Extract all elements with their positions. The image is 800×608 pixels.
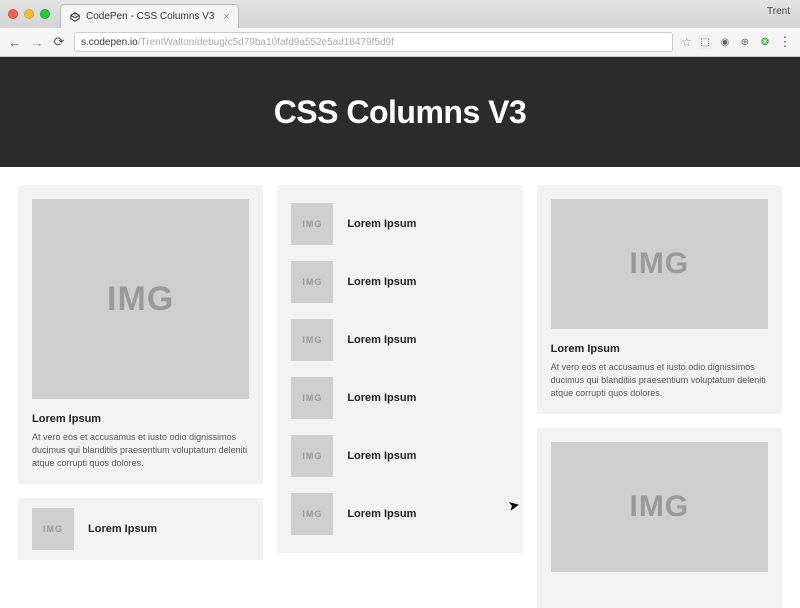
list-item: IMG Lorem Ipsum xyxy=(291,485,508,543)
browser-chrome: CodePen - CSS Columns V3 × Trent ← → ⟳ s… xyxy=(0,0,800,57)
list-item-label: Lorem Ipsum xyxy=(347,218,416,230)
list-item: IMG Lorem Ipsum xyxy=(291,369,508,427)
bookmark-icon[interactable]: ☆ xyxy=(681,35,692,49)
list-item-label: Lorem Ipsum xyxy=(347,392,416,404)
image-placeholder: IMG xyxy=(291,261,333,303)
image-placeholder: IMG xyxy=(551,442,768,572)
column-layout: IMG Lorem Ipsum At vero eos et accusamus… xyxy=(0,167,800,608)
page-title: CSS Columns V3 xyxy=(274,94,527,131)
extension-icon[interactable]: ❂ xyxy=(758,35,772,49)
profile-label[interactable]: Trent xyxy=(767,6,790,17)
feature-card: IMG Lorem Ipsum At vero eos et accusamus… xyxy=(537,185,782,414)
image-placeholder: IMG xyxy=(291,435,333,477)
list-item: IMG Lorem Ipsum xyxy=(291,253,508,311)
maximize-window-button[interactable] xyxy=(40,9,50,19)
toolbar-right: ☆ ⬚ ◉ ⊕ ❂ ⋮ xyxy=(681,34,792,50)
image-placeholder: IMG xyxy=(291,203,333,245)
column-right: IMG Lorem Ipsum At vero eos et accusamus… xyxy=(537,185,782,608)
list-card: IMG Lorem Ipsum IMG Lorem Ipsum IMG Lore… xyxy=(277,185,522,553)
minimize-window-button[interactable] xyxy=(24,9,34,19)
url-path: /TrentWalton/debug/c5d79ba10fafd9a552e5a… xyxy=(138,37,394,48)
close-tab-icon[interactable]: × xyxy=(223,11,229,23)
image-placeholder: IMG xyxy=(32,199,249,399)
back-button[interactable]: ← xyxy=(8,35,22,50)
list-item-partial: IMG Lorem Ipsum xyxy=(18,498,263,560)
image-placeholder: IMG xyxy=(291,377,333,419)
page-viewport[interactable]: CSS Columns V3 IMG Lorem Ipsum At vero e… xyxy=(0,57,800,608)
list-item: IMG Lorem Ipsum xyxy=(291,311,508,369)
column-left: IMG Lorem Ipsum At vero eos et accusamus… xyxy=(18,185,263,560)
card-title: Lorem Ipsum xyxy=(32,413,249,425)
window-controls xyxy=(8,9,50,19)
card-title: Lorem Ipsum xyxy=(551,343,768,355)
list-item-label: Lorem Ipsum xyxy=(347,450,416,462)
tab-title: CodePen - CSS Columns V3 xyxy=(86,11,214,22)
image-placeholder: IMG xyxy=(32,508,74,550)
extension-icon[interactable]: ◉ xyxy=(718,35,732,49)
extension-icon[interactable]: ⬚ xyxy=(698,35,712,49)
extension-icon[interactable]: ⊕ xyxy=(738,35,752,49)
url-input[interactable]: s.codepen.io/TrentWalton/debug/c5d79ba10… xyxy=(74,32,673,52)
reload-button[interactable]: ⟳ xyxy=(52,34,66,50)
list-item-label: Lorem Ipsum xyxy=(347,508,416,520)
address-bar: ← → ⟳ s.codepen.io/TrentWalton/debug/c5d… xyxy=(0,28,800,56)
image-placeholder: IMG xyxy=(291,493,333,535)
close-window-button[interactable] xyxy=(8,9,18,19)
feature-card-partial: IMG xyxy=(537,428,782,608)
feature-card: IMG Lorem Ipsum At vero eos et accusamus… xyxy=(18,185,263,484)
list-item-label: Lorem Ipsum xyxy=(88,523,157,535)
forward-button[interactable]: → xyxy=(30,35,44,50)
tab-strip: CodePen - CSS Columns V3 × Trent xyxy=(0,0,800,28)
browser-tab[interactable]: CodePen - CSS Columns V3 × xyxy=(60,4,239,28)
image-placeholder: IMG xyxy=(291,319,333,361)
card-body: At vero eos et accusamus et iusto odio d… xyxy=(32,431,249,470)
hero-banner: CSS Columns V3 xyxy=(0,57,800,167)
list-item-label: Lorem Ipsum xyxy=(347,276,416,288)
url-host: s.codepen.io xyxy=(81,37,138,48)
codepen-icon xyxy=(69,11,81,23)
column-center: IMG Lorem Ipsum IMG Lorem Ipsum IMG Lore… xyxy=(277,185,522,553)
list-item: IMG Lorem Ipsum xyxy=(291,195,508,253)
list-item: IMG Lorem Ipsum xyxy=(291,427,508,485)
card-body: At vero eos et accusamus et iusto odio d… xyxy=(551,361,768,400)
list-item-label: Lorem Ipsum xyxy=(347,334,416,346)
menu-icon[interactable]: ⋮ xyxy=(778,34,792,50)
image-placeholder: IMG xyxy=(551,199,768,329)
